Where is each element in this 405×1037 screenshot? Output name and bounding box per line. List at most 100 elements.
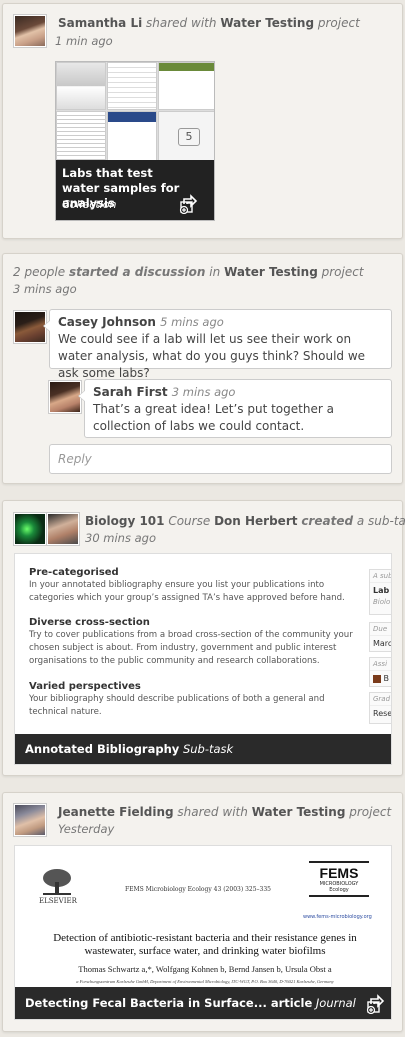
comment-author[interactable]: Casey Johnson [58, 315, 156, 329]
activity-header: 2 people started a discussion in Water T… [13, 265, 364, 279]
participant-count: 2 people [13, 265, 66, 279]
project-word: project [321, 265, 364, 279]
fems-logo: FEMS MICROBIOLOGY Ecology [309, 861, 369, 897]
section-heading: Varied perspectives [29, 681, 141, 692]
project-name[interactable]: Water Testing [220, 16, 314, 30]
meta-sub: Biolo [373, 598, 391, 606]
journal-reference: FEMS Microbiology Ecology 43 (2003) 325–… [125, 886, 271, 893]
subtask-meta-grade: Grad Rese [369, 692, 392, 724]
thumbnail-newsletter [107, 111, 157, 163]
avatar-jeanette-fielding[interactable] [14, 804, 46, 836]
subtask-caption: Annotated Bibliography Sub-task [15, 734, 391, 764]
section-text: In your annotated bibliography ensure yo… [29, 580, 345, 603]
section-text: Try to cover publications from a broad c… [29, 630, 353, 666]
journal-url: www.fems-microbiology.org [303, 914, 372, 920]
project-word: project [317, 16, 360, 30]
share-add-icon[interactable] [178, 192, 200, 214]
activity-verb: started a discussion [68, 265, 206, 279]
meta-label: Assi [370, 658, 391, 671]
article-preview[interactable]: ELSEVIER FEMS Microbiology Ecology 43 (2… [14, 845, 392, 1020]
tree-icon [43, 869, 71, 895]
activity-with: with [222, 805, 248, 819]
project-name[interactable]: Water Testing [252, 805, 346, 819]
comment-author-line: Sarah First 3 mins ago [93, 385, 383, 399]
section-heading: Pre-categorised [29, 567, 119, 578]
meta-label: Grad [370, 693, 391, 706]
meta-label: Due [370, 623, 391, 636]
meta-value: B [370, 671, 391, 686]
thumbnail-lab-page [107, 62, 157, 110]
fems-logo-sub2: Ecology [329, 887, 349, 893]
subtask-preview[interactable]: Pre-categorised In your annotated biblio… [14, 553, 392, 765]
course-name[interactable]: Biology 101 [85, 514, 165, 528]
share-add-icon[interactable] [365, 992, 387, 1014]
avatar-casey-johnson[interactable] [14, 311, 46, 343]
subtask-section: Diverse cross-section Try to cover publi… [29, 617, 364, 668]
comment-author[interactable]: Sarah First [93, 385, 168, 399]
article-affiliation: a Forschungszentrum Karlsruhe GmbH, Depa… [76, 979, 334, 984]
article-title[interactable]: Detecting Fecal Bacteria in Surface... a… [25, 996, 312, 1010]
collection-caption: Labs that test water samples for analysi… [56, 160, 214, 220]
activity-card-subtask: Biology 101 Course Don Herbert created a… [2, 500, 405, 776]
subtask-meta-parent: A sub Lab F Biolo [369, 569, 391, 615]
activity-header: Jeanette Fielding shared with Water Test… [58, 805, 391, 819]
comment-text: We could see if a lab will let us see th… [58, 332, 366, 380]
collection-type: Collection [62, 198, 117, 211]
thumbnail-report-page [56, 111, 106, 163]
user-name[interactable]: Jeanette Fielding [58, 805, 174, 819]
project-word: project [349, 805, 392, 819]
meta-value: Rese [373, 709, 392, 718]
article-type: Journal [315, 996, 356, 1010]
comment-time: 3 mins ago [171, 385, 236, 399]
comment-casey-johnson: Casey Johnson 5 mins ago We could see if… [43, 309, 392, 380]
subtask-title[interactable]: Annotated Bibliography [25, 742, 179, 756]
timestamp: Yesterday [58, 822, 115, 836]
item-count-badge: 5 [178, 128, 200, 146]
reply-input[interactable]: Reply [49, 444, 392, 474]
activity-card-shared-collection: Samantha Li shared with Water Testing pr… [2, 3, 403, 239]
avatar-sarah-first[interactable] [49, 381, 81, 413]
meta-value: Marc [373, 639, 392, 648]
meta-label: A sub [370, 570, 391, 583]
timestamp: 3 mins ago [13, 282, 77, 296]
fems-logo-text: FEMS [319, 865, 359, 881]
subtask-meta-due: Due Marc [369, 622, 392, 652]
activity-card-shared-article: Jeanette Fielding shared with Water Test… [2, 792, 403, 1032]
thumbnail-lab-site [158, 62, 214, 110]
article-heading: Detection of antibiotic-resistant bacter… [53, 932, 357, 957]
comment-sarah-first: Sarah First 3 mins ago That’s a great id… [78, 379, 392, 438]
thumbnail-lab-photo [56, 62, 106, 110]
course-avatar-biology[interactable] [14, 513, 46, 545]
avatar-don-herbert[interactable] [47, 513, 79, 545]
elsevier-logo [39, 868, 75, 898]
assignee-name: B [383, 674, 390, 683]
activity-in: in [209, 265, 221, 279]
activity-verb: shared [146, 16, 188, 30]
subtask-type: Sub-task [182, 742, 234, 756]
subtask-section: Varied perspectives Your bibliography sh… [29, 681, 364, 719]
subtask-meta-assignee: Assi B [369, 657, 391, 687]
course-word: Course [168, 514, 211, 528]
project-name[interactable]: Water Testing [224, 265, 318, 279]
comment-author-line: Casey Johnson 5 mins ago [58, 315, 383, 329]
user-name[interactable]: Don Herbert [214, 514, 297, 528]
section-text: Your bibliography should describe public… [29, 694, 325, 717]
activity-verb: created [301, 514, 354, 528]
comment-time: 5 mins ago [160, 315, 224, 329]
collection-tile[interactable]: 5 Labs that test water samples for analy… [55, 61, 215, 221]
activity-verb: shared [177, 805, 219, 819]
activity-header: Biology 101 Course Don Herbert created a… [85, 514, 405, 528]
meta-value: Lab F [373, 586, 391, 595]
timestamp: 1 min ago [55, 34, 113, 48]
article-caption: Detecting Fecal Bacteria in Surface... a… [15, 987, 391, 1019]
timestamp: 30 mins ago [85, 531, 157, 545]
activity-object: a sub-task [356, 514, 405, 528]
user-name[interactable]: Samantha Li [58, 16, 142, 30]
activity-card-discussion: 2 people started a discussion in Water T… [2, 253, 403, 484]
section-heading: Diverse cross-section [29, 617, 150, 628]
assignee-avatar [373, 674, 381, 683]
comment-text: That’s a great idea! Let’s put together … [93, 402, 334, 433]
subtask-section: Pre-categorised In your annotated biblio… [29, 567, 364, 605]
avatar-samantha-li[interactable] [14, 15, 46, 47]
activity-header: Samantha Li shared with Water Testing pr… [58, 16, 360, 30]
